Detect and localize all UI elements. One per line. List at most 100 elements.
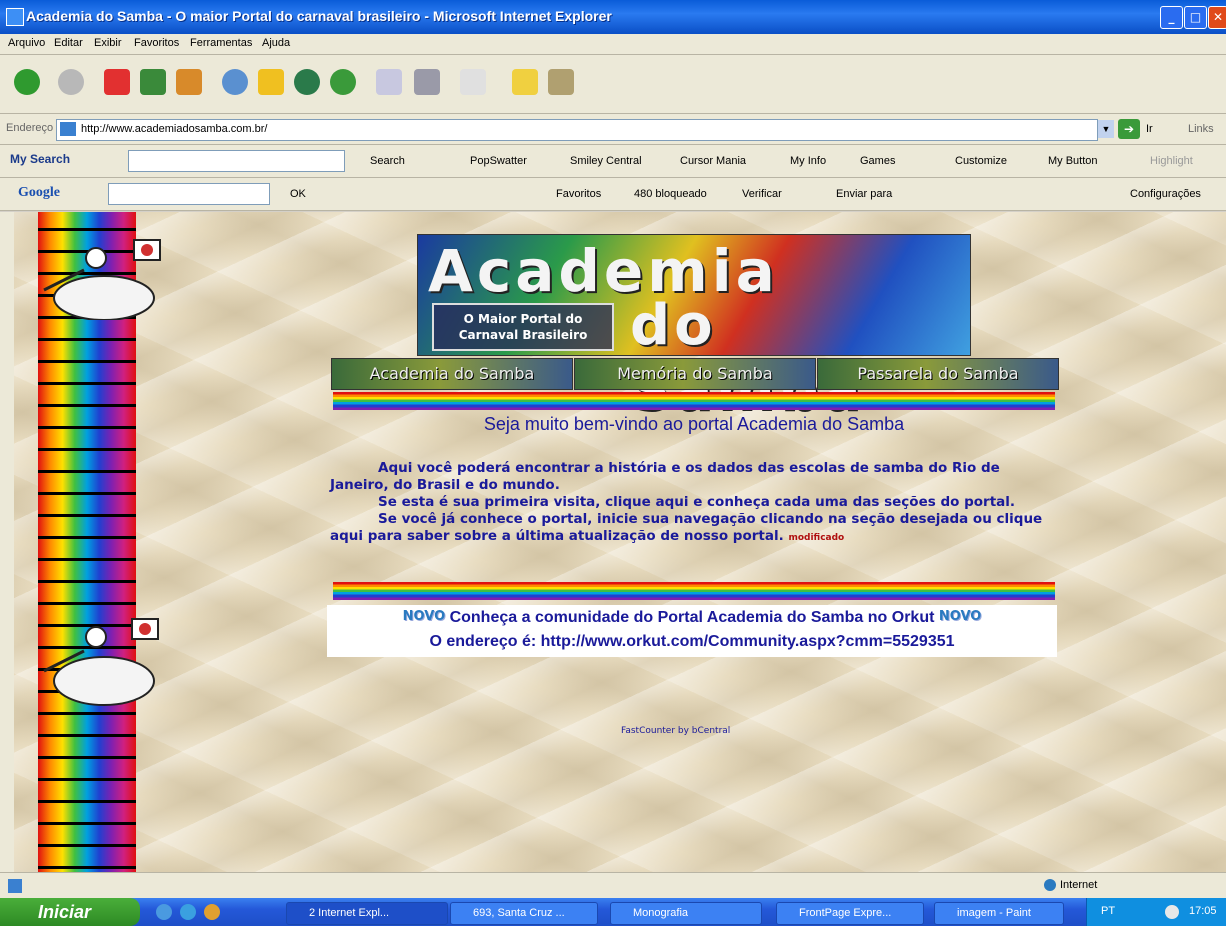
forward-icon[interactable]	[58, 69, 84, 95]
banner-subtitle: O Maior Portal do Carnaval Brasileiro	[432, 303, 614, 351]
nav-passarela-do-samba[interactable]: Passarela do Samba	[817, 358, 1059, 390]
popswatter-button[interactable]: PopSwatter	[470, 155, 527, 167]
menu-ferramentas[interactable]: Ferramentas	[190, 37, 252, 49]
verificar-button[interactable]: Verificar	[742, 188, 782, 200]
task-santa-cruz[interactable]: 693, Santa Cruz ...	[450, 902, 598, 925]
intro-paragraph-1: Aqui você poderá encontrar a história e …	[330, 460, 1000, 493]
favoritos-button[interactable]: Favoritos	[556, 188, 601, 200]
print-icon[interactable]	[414, 69, 440, 95]
search-input[interactable]	[128, 150, 345, 172]
security-zone: Internet	[1060, 879, 1098, 891]
task-internet-explorer[interactable]: 2 Internet Expl...	[286, 902, 448, 925]
mysearch-toolbar: My Search Search PopSwatter Smiley Centr…	[0, 145, 1226, 178]
nav-memoria-do-samba[interactable]: Memória do Samba	[574, 358, 816, 390]
menu-editar[interactable]: Editar	[54, 37, 83, 49]
my-info-button[interactable]: My Info	[790, 155, 826, 167]
start-button[interactable]: Iniciar	[0, 898, 140, 926]
page-icon	[60, 122, 76, 136]
address-bar: Endereço http://www.academiadosamba.com.…	[0, 114, 1226, 145]
banner-subtitle-line1: O Maior Portal do	[463, 312, 583, 326]
fastcounter-link[interactable]: FastCounter by bCentral	[621, 726, 730, 736]
google-ok-button[interactable]: OK	[290, 188, 306, 200]
google-logo[interactable]: Google	[18, 185, 60, 201]
page-content: Academia do Samba O Maior Portal do Carn…	[14, 212, 1226, 872]
rainbow-divider	[333, 392, 1055, 410]
chevron-down-icon[interactable]: ▼	[1098, 120, 1114, 138]
back-icon[interactable]	[14, 69, 40, 95]
games-button[interactable]: Games	[860, 155, 895, 167]
quicklaunch-desktop-icon[interactable]	[156, 904, 172, 920]
popup-blocker-count[interactable]: 480 bloqueado	[634, 188, 707, 200]
title-bar: Academia do Samba - O maior Portal do ca…	[0, 0, 1226, 34]
novo-badge-left: NOVO	[402, 609, 446, 624]
task-monografia[interactable]: Monografia	[610, 902, 762, 925]
my-button[interactable]: My Button	[1048, 155, 1098, 167]
task-frontpage[interactable]: FrontPage Expre...	[776, 902, 924, 925]
maximize-button[interactable]: □	[1184, 6, 1207, 29]
edit-icon[interactable]	[460, 69, 486, 95]
rainbow-divider-2	[333, 582, 1055, 600]
orkut-address-text[interactable]: O endereço é: http://www.orkut.com/Commu…	[327, 633, 1057, 651]
go-arrow-icon[interactable]: ➔	[1118, 119, 1140, 139]
address-url: http://www.academiadosamba.com.br/	[81, 123, 268, 135]
close-button[interactable]: ✕	[1208, 6, 1226, 29]
history-icon[interactable]	[330, 69, 356, 95]
refresh-icon[interactable]	[140, 69, 166, 95]
nav-academia-do-samba[interactable]: Academia do Samba	[331, 358, 573, 390]
favorites-star-icon[interactable]	[258, 69, 284, 95]
messenger-icon[interactable]	[548, 69, 574, 95]
banner-subtitle-line2: Carnaval Brasileiro	[458, 328, 588, 342]
links-button[interactable]: Links	[1188, 123, 1214, 135]
google-search-input[interactable]	[108, 183, 270, 205]
internet-zone-icon	[1044, 879, 1056, 891]
left-frame-edge	[0, 212, 15, 872]
quicklaunch-ie-icon[interactable]	[180, 904, 196, 920]
home-icon[interactable]	[176, 69, 202, 95]
quicklaunch-media-icon[interactable]	[204, 904, 220, 920]
mysearch-logo[interactable]: My Search	[10, 152, 70, 166]
cursor-mania-button[interactable]: Cursor Mania	[680, 155, 746, 167]
highlight-button[interactable]: Highlight	[1150, 155, 1193, 167]
novo-badge-right: NOVO	[938, 609, 982, 624]
folder-icon[interactable]	[512, 69, 538, 95]
media-icon[interactable]	[294, 69, 320, 95]
task-paint[interactable]: imagem - Paint	[934, 902, 1064, 925]
address-label: Endereço	[6, 122, 54, 134]
search-button[interactable]: Search	[370, 155, 405, 167]
window-title: Academia do Samba - O maior Portal do ca…	[26, 8, 612, 24]
menu-favoritos[interactable]: Favoritos	[134, 37, 179, 49]
volume-icon[interactable]	[1165, 905, 1179, 919]
enviar-para-button[interactable]: Enviar para	[836, 188, 892, 200]
configuracoes-button[interactable]: Configurações	[1130, 188, 1201, 200]
modificado-badge: modificado	[788, 533, 845, 543]
menu-bar: Arquivo Editar Exibir Favoritos Ferramen…	[0, 34, 1226, 55]
welcome-heading: Seja muito bem-vindo ao portal Academia …	[483, 414, 905, 434]
search-icon[interactable]	[222, 69, 248, 95]
menu-ajuda[interactable]: Ajuda	[262, 37, 290, 49]
system-tray: PT 17:05	[1086, 898, 1226, 926]
address-input[interactable]: http://www.academiadosamba.com.br/	[56, 119, 1098, 141]
taskbar: Iniciar 2 Internet Expl... 693, Santa Cr…	[0, 898, 1226, 926]
menu-arquivo[interactable]: Arquivo	[8, 37, 45, 49]
intro-paragraph-2[interactable]: Se esta é sua primeira visita, clique aq…	[330, 494, 1058, 511]
language-indicator[interactable]: PT	[1101, 905, 1115, 917]
intro-paragraph-3[interactable]: Se você já conhece o portal, inicie sua …	[330, 511, 1042, 544]
go-button[interactable]: Ir	[1146, 123, 1153, 135]
intro-text: Aqui você poderá encontrar a história e …	[330, 460, 1058, 545]
standard-toolbar	[0, 55, 1226, 114]
status-bar: Internet	[0, 872, 1226, 899]
stop-icon[interactable]	[104, 69, 130, 95]
samba-dancer-image	[43, 239, 161, 320]
customize-button[interactable]: Customize	[955, 155, 1007, 167]
smiley-central-button[interactable]: Smiley Central	[570, 155, 642, 167]
clock[interactable]: 17:05	[1189, 905, 1217, 917]
orkut-announcement: NOVO Conheça a comunidade do Portal Acad…	[327, 605, 1057, 657]
menu-exibir[interactable]: Exibir	[94, 37, 122, 49]
ie-icon	[6, 8, 24, 26]
orkut-invite-text[interactable]: Conheça a comunidade do Portal Academia …	[450, 609, 935, 626]
minimize-button[interactable]: _	[1160, 6, 1183, 29]
google-toolbar: Google OK Favoritos 480 bloqueado Verifi…	[0, 178, 1226, 211]
mail-icon[interactable]	[376, 69, 402, 95]
samba-dancer-image-2	[43, 618, 159, 706]
page-status-icon	[8, 879, 22, 893]
